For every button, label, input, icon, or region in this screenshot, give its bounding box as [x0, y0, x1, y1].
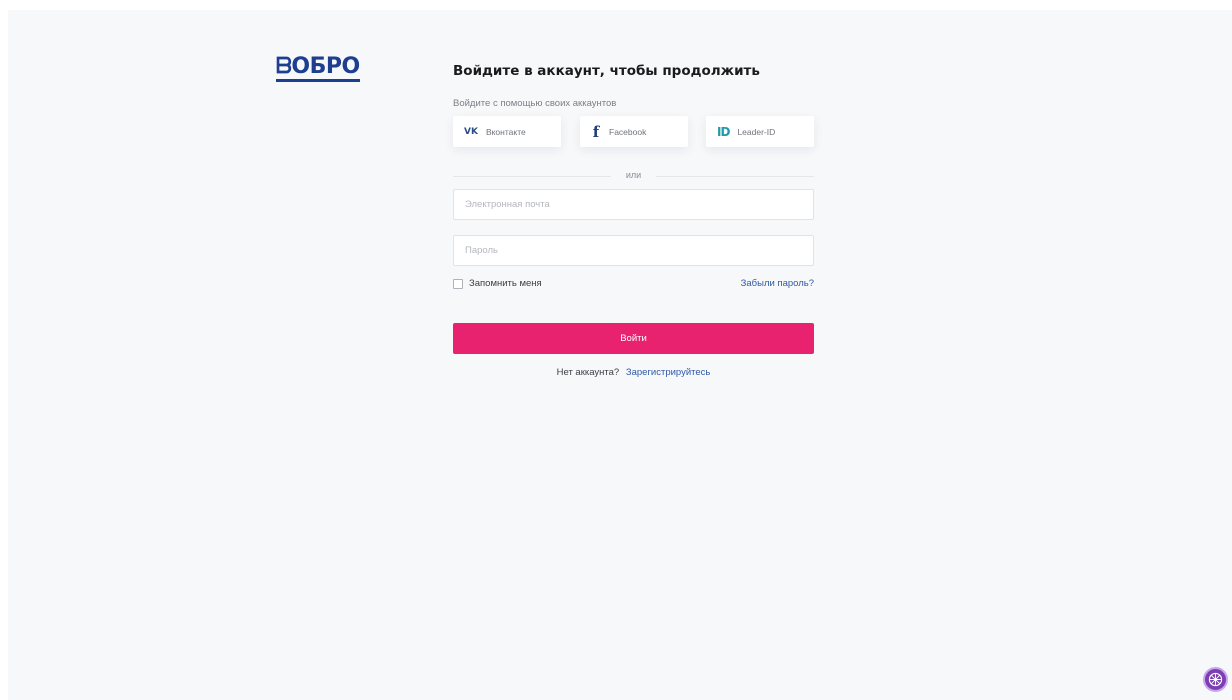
no-account-text: Нет аккаунта?: [556, 367, 620, 378]
divider-line-right: [656, 176, 814, 177]
remember-me-label: Запомнить меня: [469, 278, 542, 289]
vk-login-label: Вконтакте: [485, 126, 526, 137]
facebook-icon: f: [592, 122, 600, 141]
leader-id-login-label: Leader-ID: [737, 126, 776, 137]
register-link[interactable]: Зарегистрируйтесь: [626, 367, 711, 378]
dobro-logo[interactable]: ᗷОБРО: [276, 52, 360, 82]
facebook-login-label: Facebook: [609, 126, 647, 137]
login-button[interactable]: Войти: [453, 323, 814, 354]
accessibility-widget-icon[interactable]: [1203, 667, 1228, 692]
social-login-buttons: VK Вконтакте f Facebook ID Leader-ID: [453, 116, 814, 147]
page-title: Войдите в аккаунт, чтобы продолжить: [453, 63, 760, 79]
email-input[interactable]: [453, 189, 814, 220]
vk-login-button[interactable]: VK Вконтакте: [453, 116, 561, 147]
remember-me-checkbox[interactable]: [453, 278, 463, 289]
leader-id-login-button[interactable]: ID Leader-ID: [706, 116, 814, 147]
forgot-password-link[interactable]: Забыли пароль?: [741, 278, 814, 289]
leader-id-icon: ID: [717, 124, 730, 139]
widget-emblem-icon: [1208, 672, 1223, 687]
password-input[interactable]: [453, 235, 814, 266]
vk-icon: VK: [464, 126, 478, 137]
or-divider: или: [453, 170, 814, 182]
social-login-prompt: Войдите с помощью своих аккаунтов: [453, 98, 617, 109]
remember-me[interactable]: Запомнить меня: [453, 278, 542, 289]
facebook-login-button[interactable]: f Facebook: [580, 116, 688, 147]
logo-text: ᗷОБРО: [276, 55, 360, 82]
divider-text: или: [625, 170, 642, 180]
signup-prompt: Нет аккаунта? Зарегистрируйтесь: [453, 367, 814, 378]
page-background: ᗷОБРО Войдите в аккаунт, чтобы продолжит…: [8, 10, 1232, 700]
